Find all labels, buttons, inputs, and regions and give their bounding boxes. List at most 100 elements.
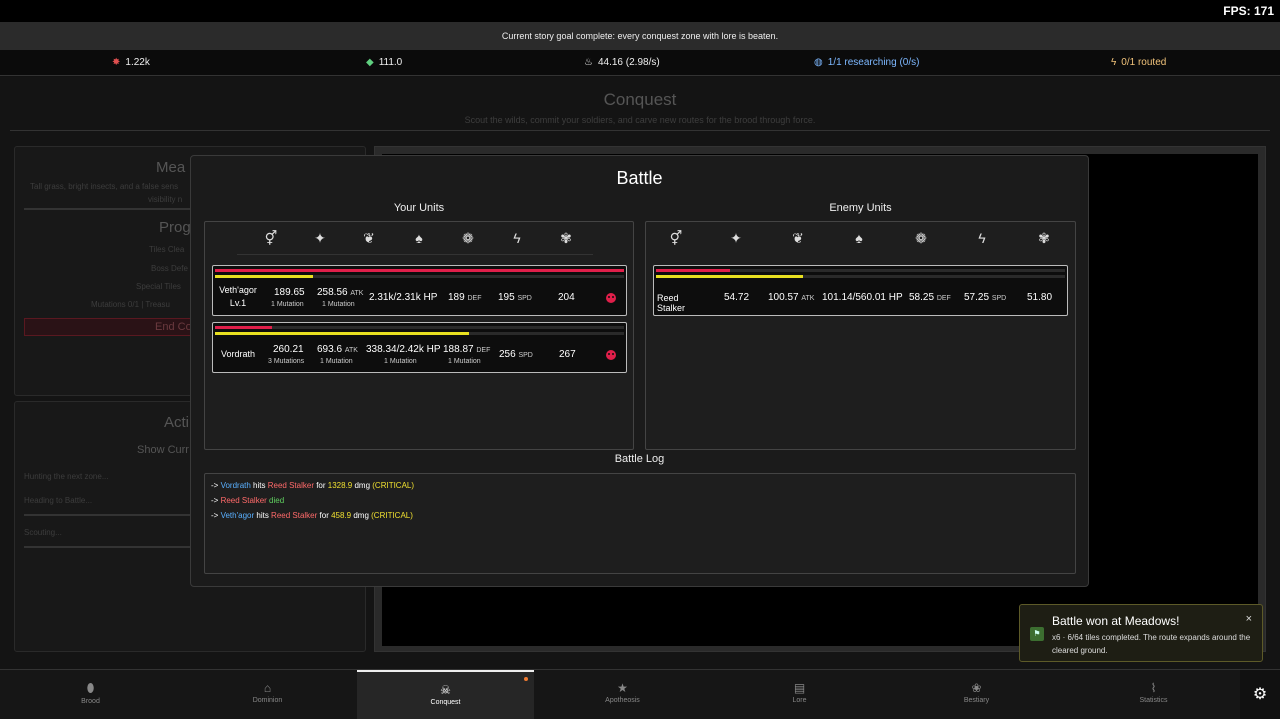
top-bar: FPS: 171 bbox=[0, 0, 1280, 22]
sparkle-icon: ✦ bbox=[314, 230, 326, 246]
battle-won-toast[interactable]: ⚑ Battle won at Meadows! x6 · 6/64 tiles… bbox=[1019, 604, 1263, 662]
unit-name: Veth'agor bbox=[219, 285, 257, 295]
show-current-toggle[interactable]: Show Curr bbox=[137, 444, 189, 456]
paw-icon: ❀ bbox=[971, 681, 982, 695]
fps-counter: FPS: 171 bbox=[1223, 4, 1274, 18]
skull-icon: ☠ bbox=[440, 683, 451, 697]
unit-level: Lv.1 bbox=[229, 298, 247, 308]
resource-essence: ✸ 1.22k bbox=[112, 57, 150, 68]
activity-scouting: Scouting... bbox=[24, 528, 62, 537]
nav-apotheosis[interactable]: ★ Apotheosis bbox=[534, 670, 711, 719]
nav-brood[interactable]: ⬮ Brood bbox=[2, 670, 179, 719]
unit-attack: 693.6 ATK bbox=[317, 344, 358, 355]
resource-gems: ◆ 111.0 bbox=[366, 57, 402, 68]
log-actor: Vordrath bbox=[220, 481, 251, 490]
nav-dominion[interactable]: ⌂ Dominion bbox=[179, 670, 356, 719]
star-icon: ★ bbox=[617, 681, 628, 695]
unit-card-vordrath[interactable]: Vordrath 260.21 3 Mutations 693.6 ATK 1 … bbox=[212, 322, 627, 373]
speed-icon: ϟ bbox=[513, 230, 521, 246]
nav-conquest[interactable]: ☠ Conquest bbox=[357, 670, 534, 719]
mutation-count: 1 Mutation bbox=[322, 301, 355, 308]
mutation-count: 1 Mutation bbox=[384, 358, 417, 365]
unit-stat-primary: 54.72 bbox=[724, 292, 750, 303]
log-entry: -> Veth'agor hits Reed Stalker for 458.9… bbox=[211, 511, 413, 520]
flame-drop-icon: ♠ bbox=[855, 230, 863, 246]
log-entry: -> Reed Stalker died bbox=[211, 496, 285, 505]
nav-label: Brood bbox=[81, 698, 100, 705]
gem-icon: ◆ bbox=[366, 57, 374, 68]
log-damage: 458.9 bbox=[331, 511, 352, 520]
gender-icon: ⚥ bbox=[264, 230, 278, 246]
mutation-count: 3 Mutations bbox=[268, 358, 305, 365]
stat-icon-row: ⚥ ✦ ❦ ♠ ❁ ϟ ✾ bbox=[205, 226, 633, 255]
unit-stat-primary: 189.65 bbox=[274, 287, 305, 298]
nav-lore[interactable]: ▤ Lore bbox=[711, 670, 888, 719]
battle-title: Battle bbox=[616, 168, 663, 188]
log-entry: -> Vordrath hits Reed Stalker for 1328.9… bbox=[211, 481, 415, 490]
progress-title: Prog bbox=[159, 219, 191, 236]
zone-title: Mea bbox=[156, 159, 186, 176]
gear-icon[interactable]: ⚙ bbox=[1240, 670, 1280, 719]
flame-icon: ♨ bbox=[584, 57, 593, 68]
page-title: Conquest bbox=[603, 90, 677, 109]
tiles-cleared-label: Tiles Clea bbox=[149, 245, 185, 254]
nav-label: Bestiary bbox=[963, 697, 990, 704]
hp-bar-track bbox=[215, 326, 624, 329]
battle-log[interactable]: -> Vordrath hits Reed Stalker for 1328.9… bbox=[204, 473, 1076, 574]
log-damage: 1328.9 bbox=[327, 481, 353, 490]
divider bbox=[10, 130, 1270, 131]
toast-message: x6 · 6/64 tiles completed. The route exp… bbox=[1052, 633, 1251, 655]
close-icon[interactable]: × bbox=[1246, 613, 1252, 625]
unit-card-vethagor[interactable]: Veth'agor Lv.1 189.65 1 Mutation 258.56 … bbox=[212, 265, 627, 316]
actions-title: Acti bbox=[164, 414, 190, 431]
log-critical: (CRITICAL) bbox=[371, 511, 413, 520]
zone-description-2: visibility n bbox=[148, 195, 183, 204]
resource-value: 0/1 routed bbox=[1121, 57, 1167, 68]
unit-defense: 188.87 DEF bbox=[443, 344, 491, 355]
claws-icon: ❦ bbox=[363, 230, 375, 246]
enemy-units-panel: ⚥ ✦ ❦ ♠ ❁ ϟ ✾ Reed Stalker 54.72 100.57 … bbox=[645, 221, 1076, 450]
toast-title: Battle won at Meadows! bbox=[1052, 614, 1180, 628]
page-subtitle: Scout the wilds, commit your soldiers, a… bbox=[464, 115, 816, 125]
skull-icon[interactable] bbox=[606, 350, 616, 360]
resource-value: 111.0 bbox=[378, 57, 403, 68]
activity-battle: Heading to Battle... bbox=[24, 496, 93, 505]
activity-hunting: Hunting the next zone... bbox=[24, 472, 109, 481]
log-target: Reed Stalker bbox=[271, 511, 318, 520]
skull-icon[interactable] bbox=[606, 293, 616, 303]
resource-value: 1.22k bbox=[125, 57, 150, 68]
enemy-units-heading: Enemy Units bbox=[829, 202, 892, 214]
special-tiles-label: Special Tiles bbox=[136, 282, 181, 291]
gender-icon: ⚥ bbox=[669, 230, 683, 246]
bottom-nav: ⬮ Brood ⌂ Dominion ☠ Conquest ★ Apotheos… bbox=[0, 669, 1280, 719]
book-icon: ▤ bbox=[793, 681, 806, 695]
nav-label: Dominion bbox=[252, 697, 283, 704]
claws-icon: ❦ bbox=[792, 230, 804, 246]
mutation-count: 1 Mutation bbox=[271, 301, 304, 308]
stat-icon-row: ⚥ ✦ ❦ ♠ ❁ ϟ ✾ bbox=[646, 226, 1075, 252]
resource-bar: ✸ 1.22k ◆ 111.0 ♨ 44.16 (2.98/s) ◍ 1/1 r… bbox=[0, 50, 1280, 76]
resource-research[interactable]: ◍ 1/1 researching (0/s) bbox=[814, 57, 919, 68]
unit-speed: 195 SPD bbox=[498, 292, 532, 303]
hp-bar bbox=[215, 326, 272, 329]
resource-value: 1/1 researching (0/s) bbox=[827, 57, 920, 68]
nav-bestiary[interactable]: ❀ Bestiary bbox=[888, 670, 1065, 719]
mutation-count: 1 Mutation bbox=[448, 358, 481, 365]
resource-routes[interactable]: ϟ 0/1 routed bbox=[1111, 57, 1166, 68]
unit-hp: 338.34/2.42k HP bbox=[366, 344, 441, 355]
battle-log-heading: Battle Log bbox=[614, 453, 665, 465]
log-actor: Reed Stalker bbox=[220, 496, 267, 505]
nav-statistics[interactable]: ⌇ Statistics bbox=[1065, 670, 1242, 719]
brain-icon: ✾ bbox=[1038, 230, 1050, 246]
unit-card-reed-stalker[interactable]: Reed Stalker 54.72 100.57 ATK 101.14/560… bbox=[653, 265, 1068, 316]
xp-bar bbox=[656, 275, 803, 278]
notification-dot bbox=[524, 677, 528, 681]
scales-icon: ❁ bbox=[462, 230, 474, 246]
hp-bar bbox=[215, 269, 624, 272]
flag-icon: ⚑ bbox=[1030, 627, 1044, 641]
unit-defense: 189 DEF bbox=[448, 292, 482, 303]
zone-divider bbox=[24, 208, 204, 210]
unit-intellect: 204 bbox=[558, 292, 575, 303]
nav-label: Lore bbox=[792, 697, 807, 704]
hp-bar bbox=[656, 269, 730, 272]
